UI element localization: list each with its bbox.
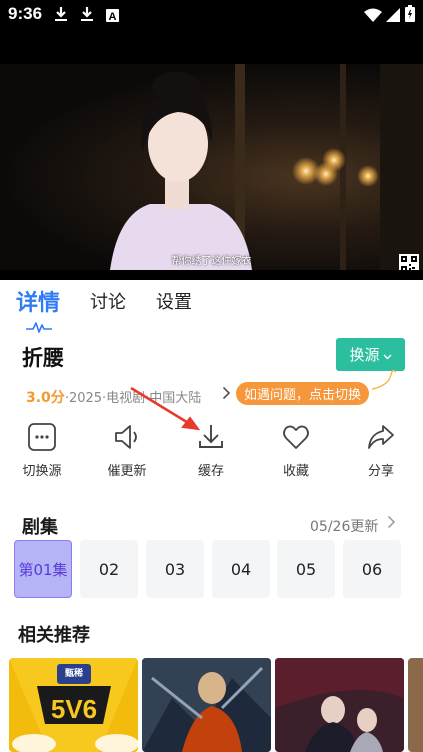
recommendation-list: 5V6 甄稀 — [9, 658, 423, 752]
request-update-action[interactable]: 催更新 — [92, 422, 162, 479]
battery-icon — [405, 5, 415, 26]
wifi-icon — [364, 7, 382, 26]
episode-button[interactable]: 02 — [80, 540, 138, 598]
show-title: 折腰 — [22, 346, 64, 370]
action-row: 切换源 催更新 缓存 收藏 分享 — [0, 422, 423, 482]
share-action[interactable]: 分享 — [346, 422, 416, 479]
video-scene — [110, 64, 423, 270]
video-player[interactable]: 帮你绣了这件嫁衣 — [0, 28, 423, 280]
text-a-icon: A — [106, 7, 119, 26]
detail-tabs: 详情 讨论 设置 — [0, 280, 423, 333]
chevron-right-icon[interactable] — [222, 386, 231, 404]
show-info: ·2025·电视剧·中国大陆 — [64, 391, 202, 406]
episodes-header: 剧集 — [22, 517, 58, 538]
episode-button[interactable]: 04 — [212, 540, 270, 598]
episode-list: 第01集 02 03 04 05 06 — [14, 540, 414, 598]
episode-button[interactable]: 第01集 — [14, 540, 72, 598]
speaker-icon — [92, 422, 162, 452]
recommendation-card[interactable] — [142, 658, 271, 752]
tab-details[interactable]: 详情 — [16, 285, 60, 317]
episodes-update-text[interactable]: 05/26更新 — [310, 516, 378, 536]
video-frame: 帮你绣了这件嫁衣 — [0, 64, 423, 270]
tab-settings[interactable]: 设置 — [156, 288, 192, 314]
action-label: 缓存 — [197, 464, 224, 479]
recommendation-card[interactable] — [275, 658, 404, 752]
switch-source-label: 换源 — [349, 346, 380, 364]
download-icon — [54, 6, 68, 26]
action-label: 分享 — [367, 464, 394, 479]
switch-source-action[interactable]: 切换源 — [7, 422, 77, 479]
status-bar: 9:36 A — [0, 0, 423, 28]
show-score: 3.0分 — [26, 390, 65, 406]
action-label: 收藏 — [282, 464, 309, 479]
recommendations-header: 相关推荐 — [18, 625, 90, 646]
sparkle-curl-icon — [371, 369, 397, 390]
signal-icon — [386, 7, 400, 26]
episode-button[interactable]: 06 — [343, 540, 401, 598]
favorite-action[interactable]: 收藏 — [261, 422, 331, 479]
action-label: 切换源 — [22, 464, 62, 479]
cache-action[interactable]: 缓存 — [176, 422, 246, 479]
tab-discussion[interactable]: 讨论 — [90, 288, 126, 314]
episode-button[interactable]: 05 — [277, 540, 335, 598]
qr-code — [399, 254, 419, 270]
download-icon — [80, 6, 94, 26]
chevron-down-icon — [383, 346, 392, 364]
status-time: 9:36 — [8, 4, 43, 23]
svg-text:A: A — [109, 11, 117, 22]
poster-image — [142, 658, 271, 752]
switch-source-button[interactable]: 换源 — [336, 338, 405, 371]
download-icon — [176, 422, 246, 452]
poster-badge: 甄稀 — [64, 669, 83, 679]
heart-icon — [261, 422, 331, 452]
switch-source-icon — [7, 422, 77, 452]
action-label: 催更新 — [107, 464, 147, 479]
tab-indicator — [25, 318, 53, 337]
switch-tip-bubble[interactable]: 如遇问题，点击切换 — [236, 382, 370, 405]
poster-image — [275, 658, 404, 752]
show-meta: 3.0分·2025·电视剧·中国大陆 — [26, 387, 201, 407]
share-icon — [346, 422, 416, 452]
chevron-right-icon[interactable] — [387, 514, 396, 533]
episode-button[interactable]: 03 — [146, 540, 204, 598]
recommendation-card[interactable]: 5V6 甄稀 — [9, 658, 138, 752]
svg-text:5V6: 5V6 — [51, 694, 97, 724]
recommendation-card[interactable] — [408, 658, 423, 752]
video-subtitle: 帮你绣了这件嫁衣 — [171, 256, 252, 267]
